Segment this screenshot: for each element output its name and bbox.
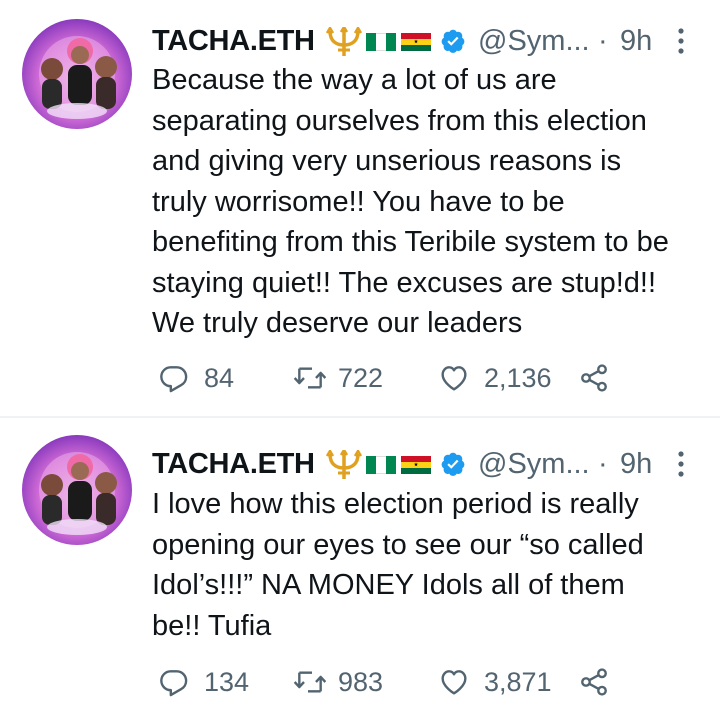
tweet-actions: 84 722 2,136 [152,358,692,398]
reply-icon [160,670,188,697]
reply-count: 84 [204,362,235,393]
reply-icon [160,366,188,393]
more-vertical-icon[interactable] [676,450,686,478]
heart-icon [441,670,467,695]
more-vertical-icon[interactable] [676,27,686,55]
display-name[interactable]: TACHA.ETH [152,21,315,61]
ghana-flag [401,33,431,51]
nigeria-flag [366,456,396,474]
retweet-button[interactable]: 722 [292,358,383,398]
trident-emoji [325,450,363,479]
handle[interactable]: @Sym... [478,444,590,484]
like-button[interactable]: 2,136 [438,358,552,398]
reply-count: 134 [204,666,250,697]
share-button[interactable] [578,358,610,398]
avatar[interactable] [22,19,132,129]
nigeria-flag [366,33,396,51]
ghana-flag [401,456,431,474]
reply-button[interactable]: 84 [158,358,234,398]
trident-emoji [325,27,363,56]
retweet-count: 983 [338,666,384,697]
separator-dot: · [598,25,608,57]
share-icon [581,364,607,392]
retweet-icon [293,671,327,693]
share-button[interactable] [578,662,610,702]
like-count: 3,871 [484,666,552,697]
heart-icon [441,366,467,391]
timestamp[interactable]: 9h [620,21,652,61]
verified-badge-icon [441,452,465,476]
like-button[interactable]: 3,871 [438,662,552,702]
tweet[interactable]: TACHA.ETH @Sym... · 9h I love how this e… [0,418,720,724]
display-name[interactable]: TACHA.ETH [152,444,315,484]
retweet-count: 722 [338,362,384,393]
timestamp[interactable]: 9h [620,444,652,484]
retweet-button[interactable]: 983 [292,662,383,702]
tweet-text: Because the way a lot of us are separati… [152,64,669,339]
retweet-icon [293,367,327,389]
like-count: 2,136 [484,362,552,393]
share-icon [581,668,607,696]
tweet-actions: 134 983 3,871 [152,662,692,702]
avatar[interactable] [22,435,132,545]
reply-button[interactable]: 134 [158,662,249,702]
verified-badge-icon [441,29,465,53]
tweet-text: I love how this election period is reall… [152,488,644,642]
separator-dot: · [598,448,608,480]
tweet[interactable]: TACHA.ETH @Sym... · 9h Because the way a… [0,0,720,416]
handle[interactable]: @Sym... [478,21,590,61]
